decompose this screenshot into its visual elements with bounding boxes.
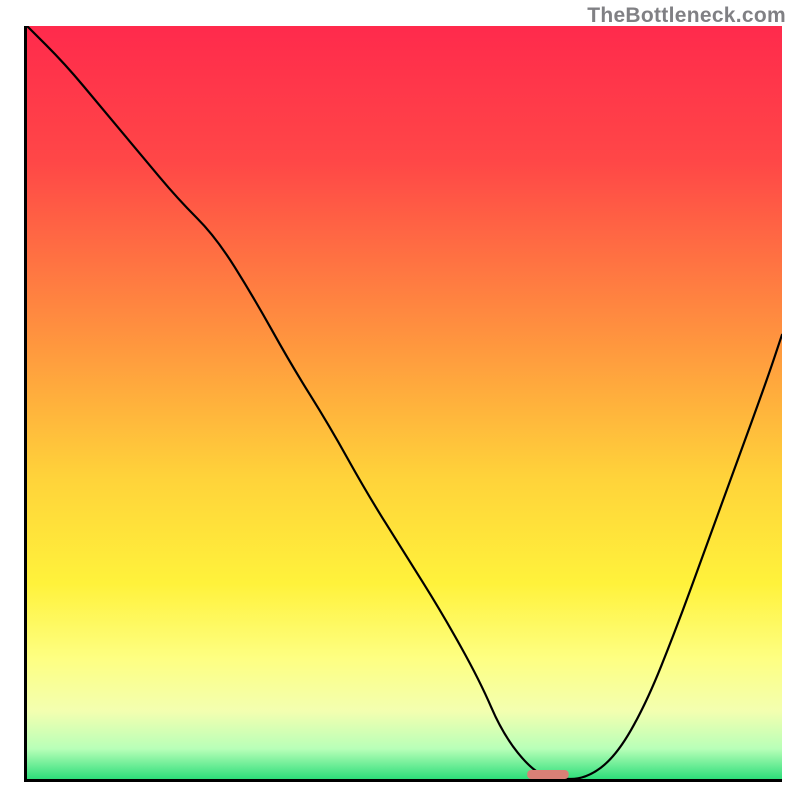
watermark-text: TheBottleneck.com [587,4,786,28]
chart-curve [27,26,782,779]
optimal-point-marker [527,770,569,779]
plot-area [24,26,782,782]
